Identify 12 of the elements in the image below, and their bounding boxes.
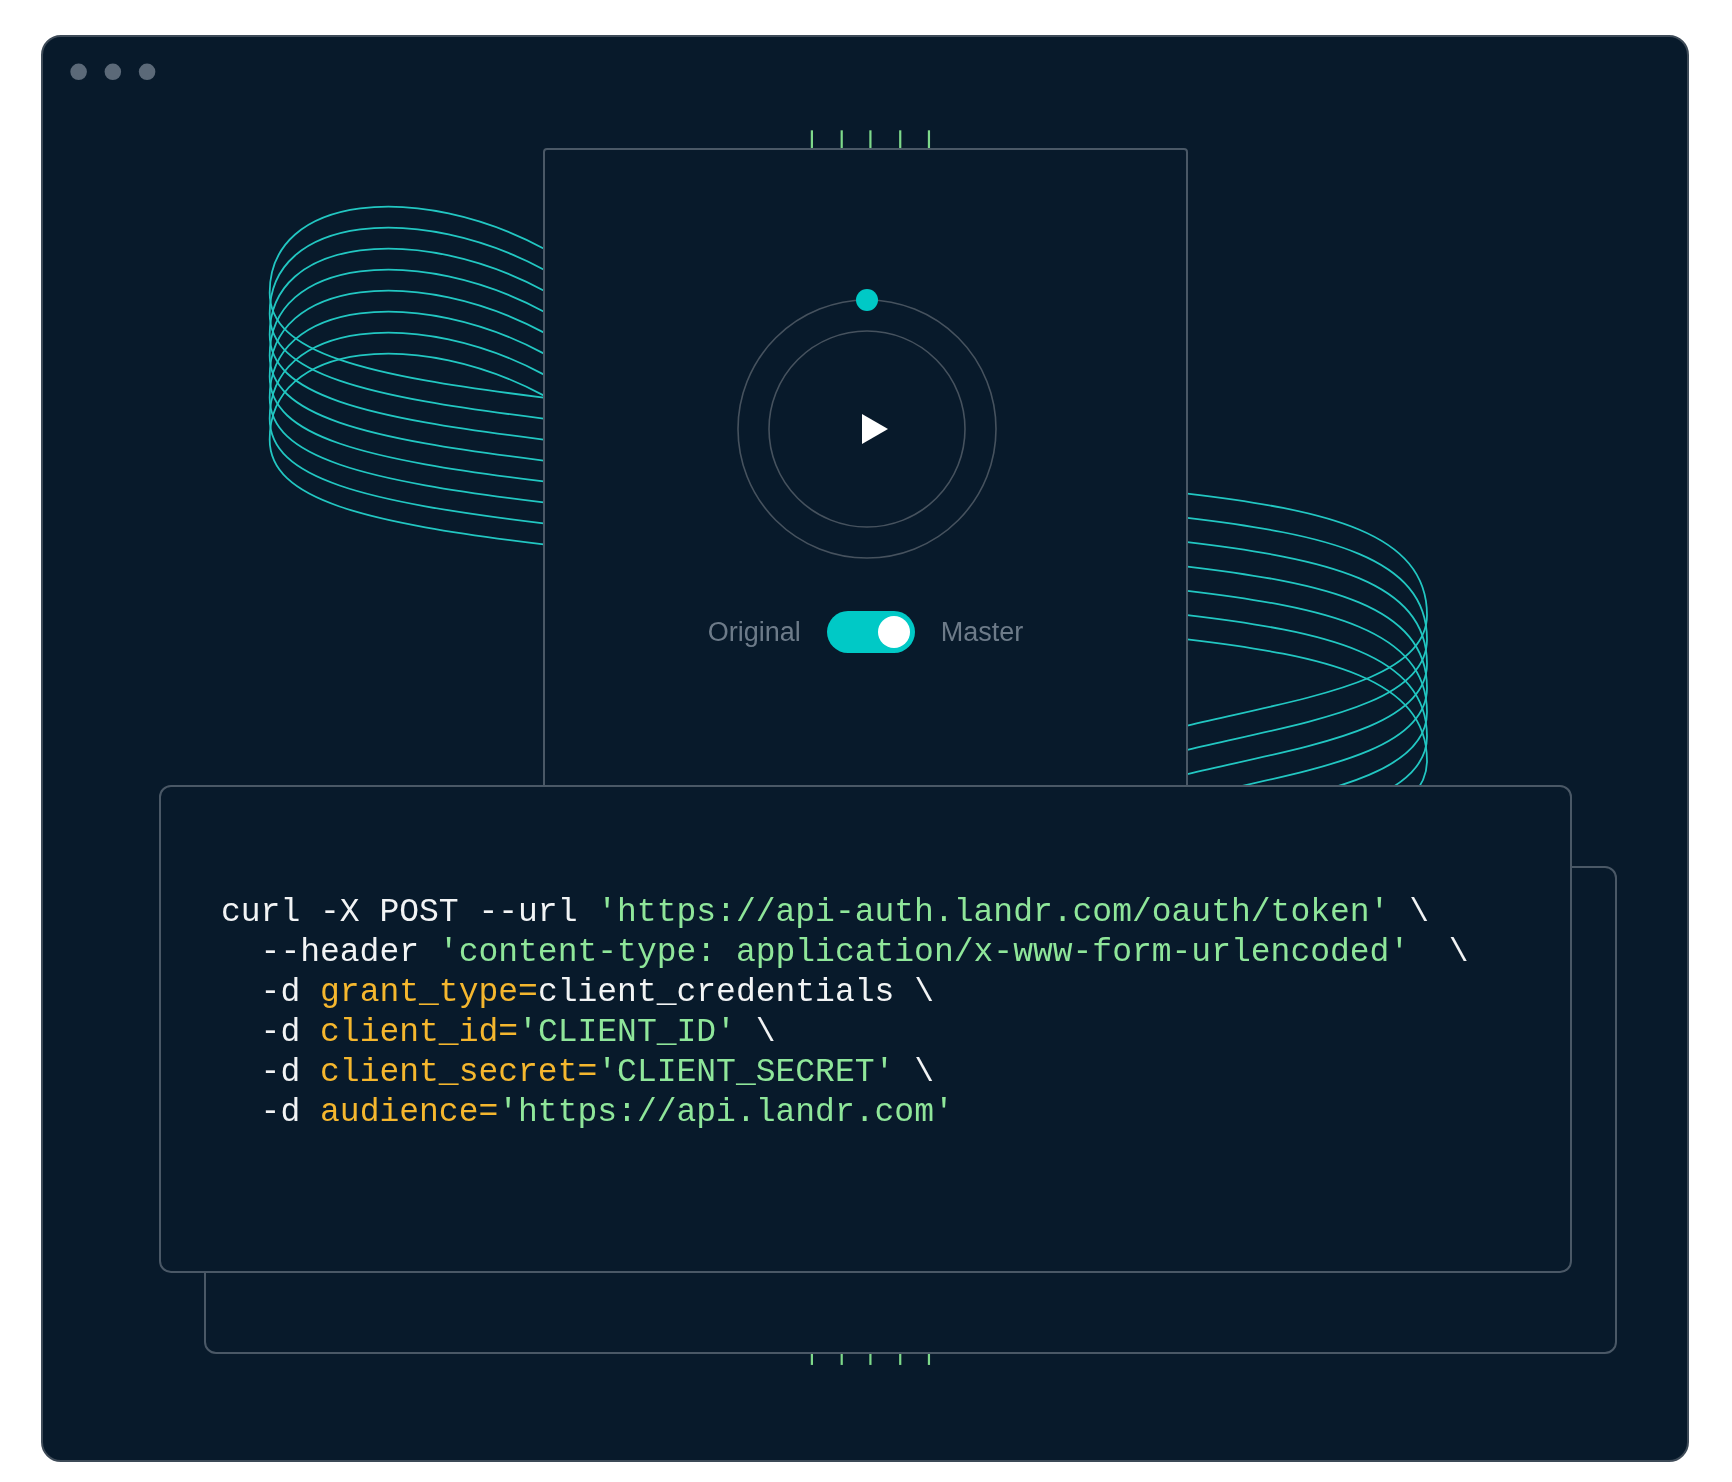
code-line: -d client_secret='CLIENT_SECRET' \ — [259, 1053, 935, 1093]
progress-dot[interactable] — [856, 289, 878, 311]
toggle-label: Master — [940, 615, 1024, 649]
toggle-label: Original — [707, 615, 801, 649]
window-dots-icon — [70, 63, 156, 81]
code-line: -d grant_type=client_credentials \ — [259, 973, 935, 1013]
code-line: --header 'content-type: application/x-www-form-urlencoded' \ — [259, 933, 1469, 973]
code-line: -d audience='https://api.landr.com' — [259, 1093, 955, 1133]
code-line: curl -X POST --url 'https://api-auth.landr.com/oauth/token' \ — [221, 893, 1430, 933]
code-line: -d client_id='CLIENT_ID' \ — [259, 1013, 777, 1053]
play-icon[interactable] — [862, 414, 888, 444]
toggle-switch[interactable] — [826, 611, 915, 653]
